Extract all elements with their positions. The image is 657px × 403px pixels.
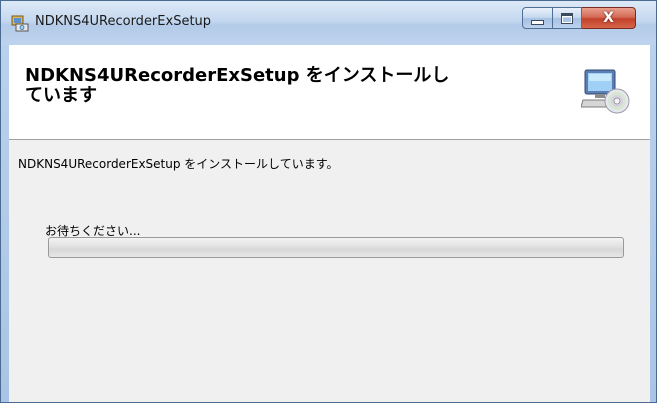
title-bar[interactable]: NDKNS4URecorderExSetup X — [1, 1, 656, 45]
dialog-client-area: NDKNS4URecorderExSetup をインストールしています NDKN… — [9, 45, 650, 402]
minimize-button[interactable] — [522, 7, 553, 29]
header-banner: NDKNS4URecorderExSetup をインストールしています — [9, 45, 650, 140]
close-icon: X — [603, 10, 614, 26]
maximize-icon — [561, 12, 573, 24]
banner-title: NDKNS4URecorderExSetup をインストールしています — [25, 65, 450, 106]
install-status-text: NDKNS4URecorderExSetup をインストールしています。 — [18, 157, 339, 171]
window-title: NDKNS4URecorderExSetup — [35, 14, 212, 29]
close-button[interactable]: X — [582, 7, 636, 29]
installer-icon — [11, 14, 29, 32]
installer-window: NDKNS4URecorderExSetup X NDKNS4URecorder… — [0, 0, 657, 403]
install-progress-bar — [48, 237, 624, 258]
maximize-button[interactable] — [553, 7, 582, 29]
minimize-icon — [531, 19, 544, 25]
caption-buttons: X — [522, 7, 636, 29]
computer-disc-icon — [580, 67, 631, 117]
